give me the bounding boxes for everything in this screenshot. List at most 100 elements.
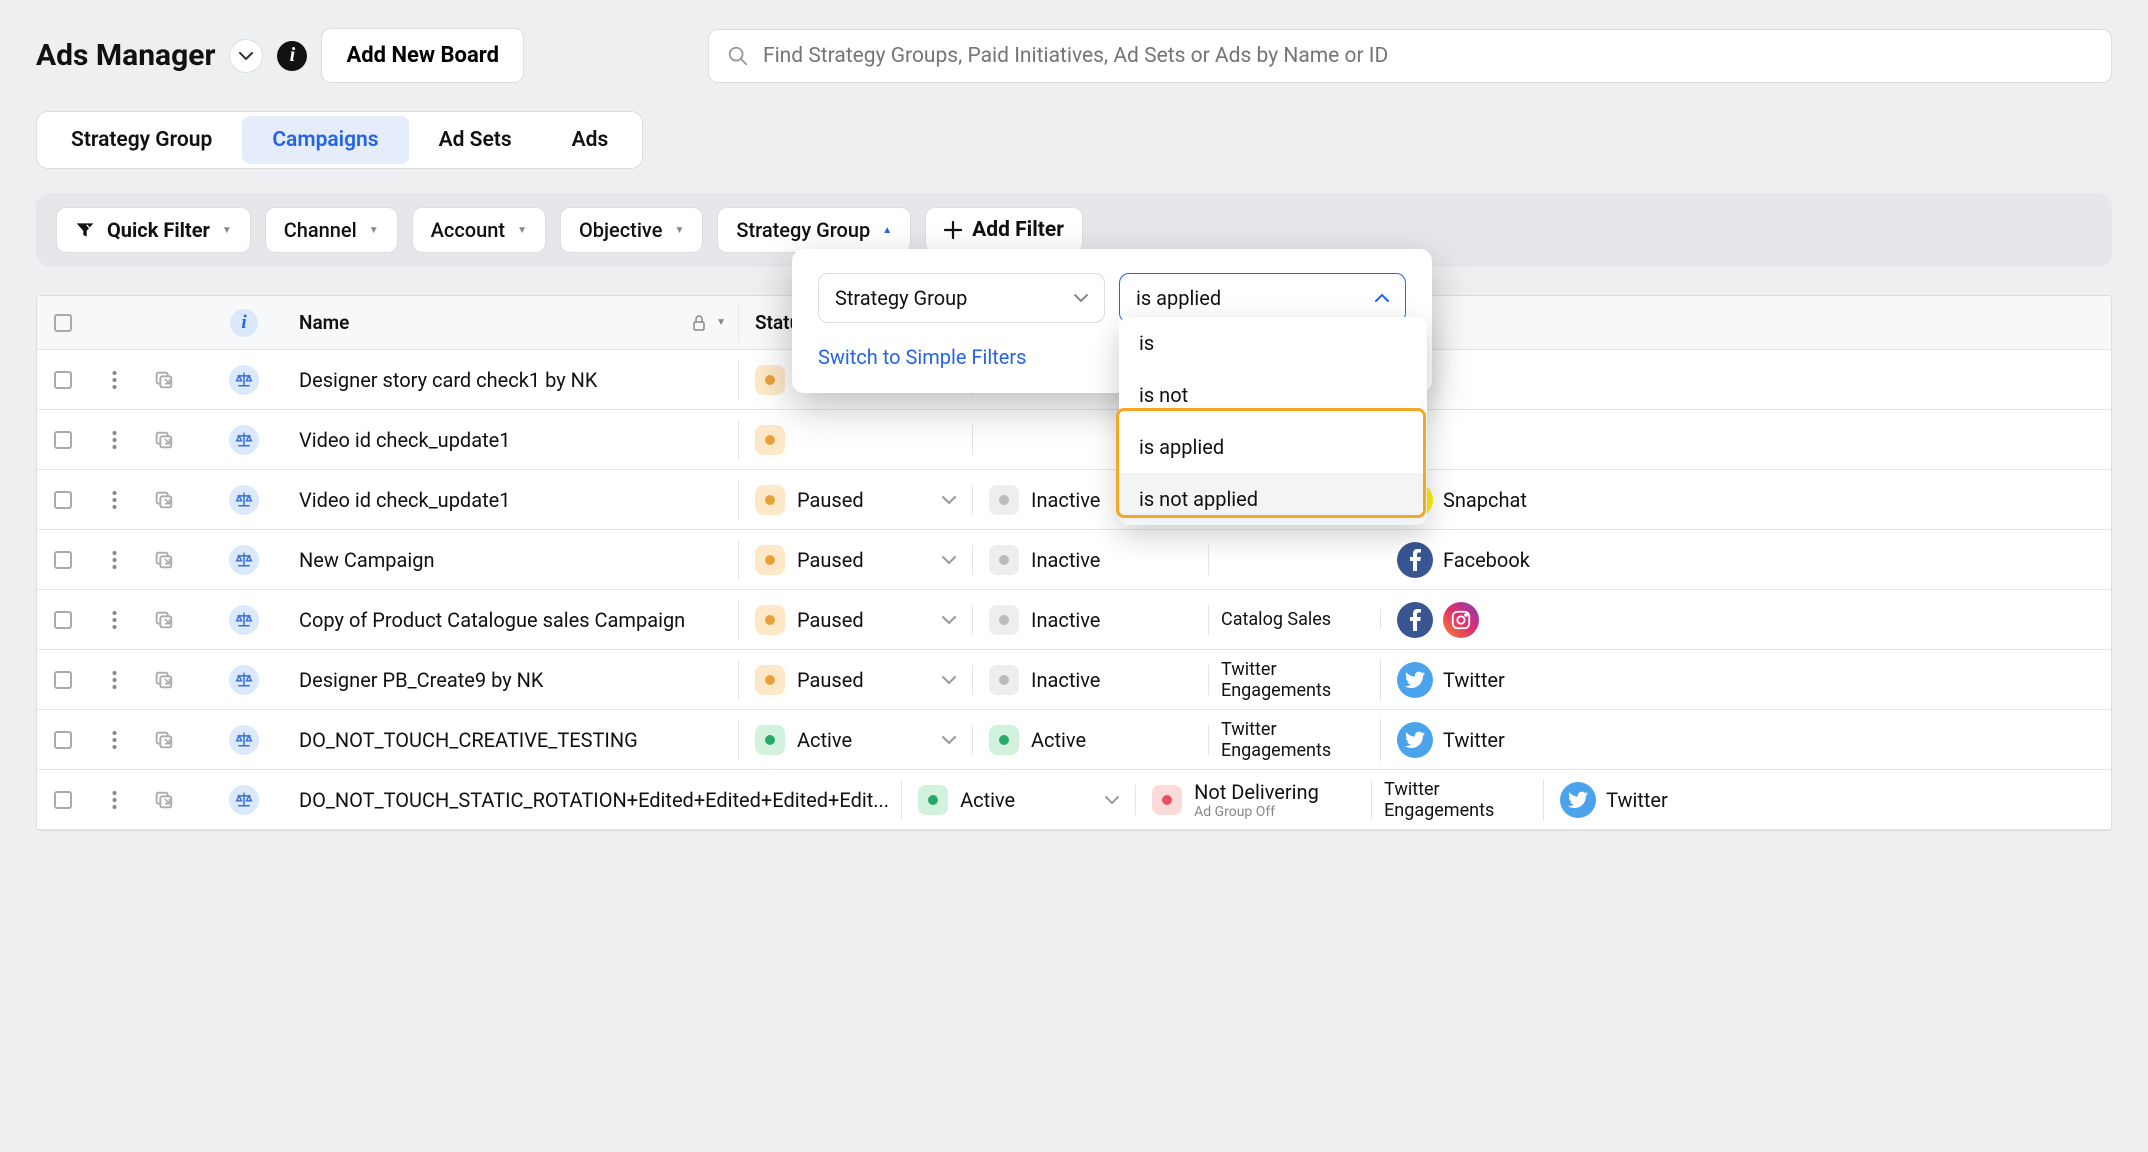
campaign-name[interactable]: Designer story card check1 by NK [299, 360, 739, 400]
status-text: Paused [797, 608, 864, 632]
quick-filter-button[interactable]: Quick Filter ▼ [56, 207, 251, 253]
row-duplicate-button[interactable] [139, 669, 189, 691]
row-checkbox[interactable] [54, 371, 72, 389]
row-actions-button[interactable] [89, 730, 139, 750]
row-checkbox[interactable] [54, 671, 72, 689]
operator-dropdown: is is not is applied is not applied [1119, 317, 1427, 525]
filter-label: Account [431, 218, 505, 242]
campaign-name[interactable]: Video id check_update1 [299, 420, 739, 460]
table-row: Copy of Product Catalogue sales Campaign… [37, 590, 2111, 650]
row-actions-button[interactable] [89, 490, 139, 510]
channel-name: Facebook [1443, 548, 1530, 572]
status-indicator [755, 605, 785, 635]
funnel-icon [75, 220, 95, 240]
search-input[interactable] [763, 44, 2093, 68]
tab-ad-sets[interactable]: Ad Sets [409, 116, 542, 164]
tab-strategy-group[interactable]: Strategy Group [41, 116, 242, 164]
chevron-up-icon [1375, 293, 1389, 303]
dropdown-option-is-not-applied[interactable]: is not applied [1119, 473, 1427, 525]
row-actions-button[interactable] [89, 370, 139, 390]
status-text: Paused [797, 488, 864, 512]
balance-icon [229, 785, 259, 815]
chevron-down-icon [239, 51, 253, 61]
status-indicator [989, 725, 1019, 755]
row-duplicate-button[interactable] [139, 729, 189, 751]
campaign-name[interactable]: Designer PB_Create9 by NK [299, 660, 739, 700]
status-indicator [755, 365, 785, 395]
chevron-down-icon [1074, 293, 1088, 303]
quick-filter-label: Quick Filter [107, 218, 210, 242]
balance-icon [229, 725, 259, 755]
balance-icon [229, 605, 259, 635]
row-actions-button[interactable] [89, 430, 139, 450]
column-header-name[interactable]: Name [299, 311, 349, 334]
status-dropdown[interactable] [1105, 795, 1119, 805]
row-actions-button[interactable] [89, 550, 139, 570]
tab-ads[interactable]: Ads [542, 116, 639, 164]
add-filter-label: Add Filter [972, 218, 1064, 242]
title-dropdown-button[interactable] [229, 39, 263, 73]
row-duplicate-button[interactable] [139, 489, 189, 511]
status-dropdown[interactable] [942, 615, 956, 625]
filter-channel[interactable]: Channel ▼ [265, 207, 398, 253]
select-all-checkbox[interactable] [54, 314, 72, 332]
campaign-name[interactable]: Copy of Product Catalogue sales Campaign [299, 600, 739, 640]
facebook-icon [1397, 542, 1433, 578]
status-dropdown[interactable] [942, 555, 956, 565]
row-actions-button[interactable] [89, 670, 139, 690]
row-checkbox[interactable] [54, 431, 72, 449]
row-actions-button[interactable] [89, 610, 139, 630]
instagram-icon [1443, 602, 1479, 638]
row-duplicate-button[interactable] [139, 609, 189, 631]
effective-status-text: Not Delivering [1194, 780, 1319, 804]
filter-strategy-group[interactable]: Strategy Group ▲ [717, 207, 911, 253]
status-text: Paused [797, 668, 864, 692]
filter-field-select[interactable]: Strategy Group [818, 273, 1105, 323]
row-actions-button[interactable] [89, 790, 139, 810]
filter-operator-select[interactable]: is applied [1119, 273, 1406, 323]
tab-campaigns[interactable]: Campaigns [242, 116, 408, 164]
balance-icon [229, 425, 259, 455]
status-dropdown[interactable] [942, 495, 956, 505]
status-dropdown[interactable] [942, 735, 956, 745]
info-icon[interactable]: i [277, 41, 307, 71]
row-duplicate-button[interactable] [139, 789, 189, 811]
campaign-name[interactable]: DO_NOT_TOUCH_STATIC_ROTATION+Edited+Edit… [299, 780, 902, 820]
dropdown-option-is[interactable]: is [1119, 317, 1427, 369]
dropdown-option-is-applied[interactable]: is applied [1119, 421, 1427, 473]
add-new-board-button[interactable]: Add New Board [321, 28, 524, 83]
twitter-icon [1397, 722, 1433, 758]
status-indicator [755, 485, 785, 515]
search-input-wrap[interactable] [708, 29, 2112, 83]
campaign-name[interactable]: New Campaign [299, 540, 739, 580]
campaign-name[interactable]: DO_NOT_TOUCH_CREATIVE_TESTING [299, 720, 739, 760]
campaign-name[interactable]: Video id check_update1 [299, 480, 739, 520]
filter-label: Channel [284, 218, 357, 242]
objective-cell: Twitter Engagements [1372, 779, 1544, 821]
caret-down-icon[interactable]: ▼ [716, 317, 726, 328]
row-duplicate-button[interactable] [139, 549, 189, 571]
row-checkbox[interactable] [54, 791, 72, 809]
caret-up-icon: ▲ [882, 225, 892, 236]
filter-account[interactable]: Account ▼ [412, 207, 546, 253]
status-indicator [755, 725, 785, 755]
filter-objective[interactable]: Objective ▼ [560, 207, 703, 253]
effective-status-text: Inactive [1031, 608, 1100, 632]
row-checkbox[interactable] [54, 611, 72, 629]
page-title: Ads Manager [36, 38, 215, 73]
row-checkbox[interactable] [54, 491, 72, 509]
table-row: DO_NOT_TOUCH_STATIC_ROTATION+Edited+Edit… [37, 770, 2111, 830]
dropdown-option-is-not[interactable]: is not [1119, 369, 1427, 421]
status-dropdown[interactable] [942, 675, 956, 685]
row-duplicate-button[interactable] [139, 369, 189, 391]
balance-icon [229, 545, 259, 575]
facebook-icon [1397, 602, 1433, 638]
plus-icon [944, 221, 962, 239]
row-duplicate-button[interactable] [139, 429, 189, 451]
info-icon[interactable]: i [230, 309, 258, 337]
row-checkbox[interactable] [54, 551, 72, 569]
add-filter-button[interactable]: Add Filter [925, 207, 1083, 253]
caret-down-icon: ▼ [222, 225, 232, 236]
row-checkbox[interactable] [54, 731, 72, 749]
effective-status-text: Active [1031, 728, 1086, 752]
